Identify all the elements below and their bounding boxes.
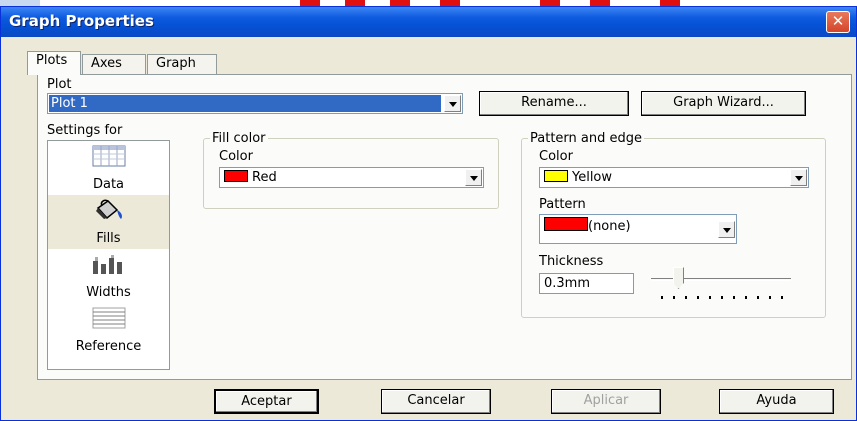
red-swatch [224,170,248,182]
plot-label: Plot [47,77,72,92]
thickness-label: Thickness [539,254,604,269]
slider-tick [673,296,675,299]
data-grid-icon [92,145,126,167]
slider-tick [661,296,663,299]
chevron-down-icon[interactable] [790,169,807,186]
slider-thumb[interactable] [673,267,684,289]
slider-tick [733,296,735,299]
settings-item-fills[interactable]: Fills [48,195,169,249]
pattern-swatch [544,217,588,231]
fill-color-value-wrap: Red [224,170,277,185]
chevron-down-icon[interactable] [718,221,735,238]
pattern-select[interactable]: (none) [539,214,737,244]
slider-tick [757,296,759,299]
chevron-down-icon[interactable] [465,169,482,186]
graph-wizard-button[interactable]: Graph Wizard... [641,91,806,116]
pattern-value: (none) [588,219,631,234]
slider-tick [721,296,723,299]
yellow-swatch [544,170,568,182]
edge-color-value: Yellow [572,170,613,185]
fill-color-value: Red [252,170,277,185]
thickness-slider[interactable] [651,265,801,305]
settings-for-list[interactable]: Data Fills Widths Reference [47,140,170,370]
tab-axes[interactable]: Axes [82,54,146,74]
slider-track [651,278,791,281]
pattern-value-wrap: (none) [544,217,631,234]
thickness-input[interactable]: 0.3mm [539,273,634,294]
ok-button[interactable]: Aceptar [214,389,319,414]
slider-tick [709,296,711,299]
edge-color-value-wrap: Yellow [544,170,612,185]
pattern-edge-legend: Pattern and edge [530,131,642,146]
settings-item-reference[interactable]: Reference [48,303,169,357]
close-icon: ✕ [831,12,845,30]
reference-lines-icon [92,307,126,329]
bar-widths-icon [93,255,122,274]
tab-plots[interactable]: Plots [27,51,81,75]
slider-tick [697,296,699,299]
dialog-title: Graph Properties [9,12,154,30]
settings-item-label: Reference [75,339,142,354]
paint-bucket-icon [96,199,122,220]
graph-properties-dialog: Graph Properties ✕ Plots Axes Graph Plot… [0,6,857,421]
tab-graph[interactable]: Graph [147,54,217,74]
rename-button[interactable]: Rename... [479,91,629,116]
pattern-label: Pattern [539,197,586,212]
close-button[interactable]: ✕ [826,11,850,33]
chevron-down-icon[interactable] [444,95,461,112]
plot-select[interactable]: Plot 1 [47,93,463,114]
settings-item-data[interactable]: Data [48,141,169,195]
thickness-value: 0.3mm [544,276,591,291]
plot-select-value: Plot 1 [49,95,441,112]
settings-item-label: Fills [96,231,121,246]
slider-tick [745,296,747,299]
help-button[interactable]: Ayuda [719,389,834,414]
fill-color-select[interactable]: Red [219,167,484,188]
slider-tick [685,296,687,299]
title-bar[interactable]: Graph Properties ✕ [1,7,856,37]
apply-button[interactable]: Aplicar [551,389,661,414]
settings-item-label: Widths [86,285,131,300]
fill-color-label: Color [219,149,253,164]
edge-color-select[interactable]: Yellow [539,167,809,188]
slider-tick [781,296,783,299]
settings-item-label: Data [92,177,125,192]
slider-tick [769,296,771,299]
fill-color-legend: Fill color [212,131,266,146]
settings-item-widths[interactable]: Widths [48,249,169,303]
edge-color-label: Color [539,149,573,164]
settings-for-label: Settings for [47,123,123,138]
cancel-button[interactable]: Cancelar [381,389,491,414]
